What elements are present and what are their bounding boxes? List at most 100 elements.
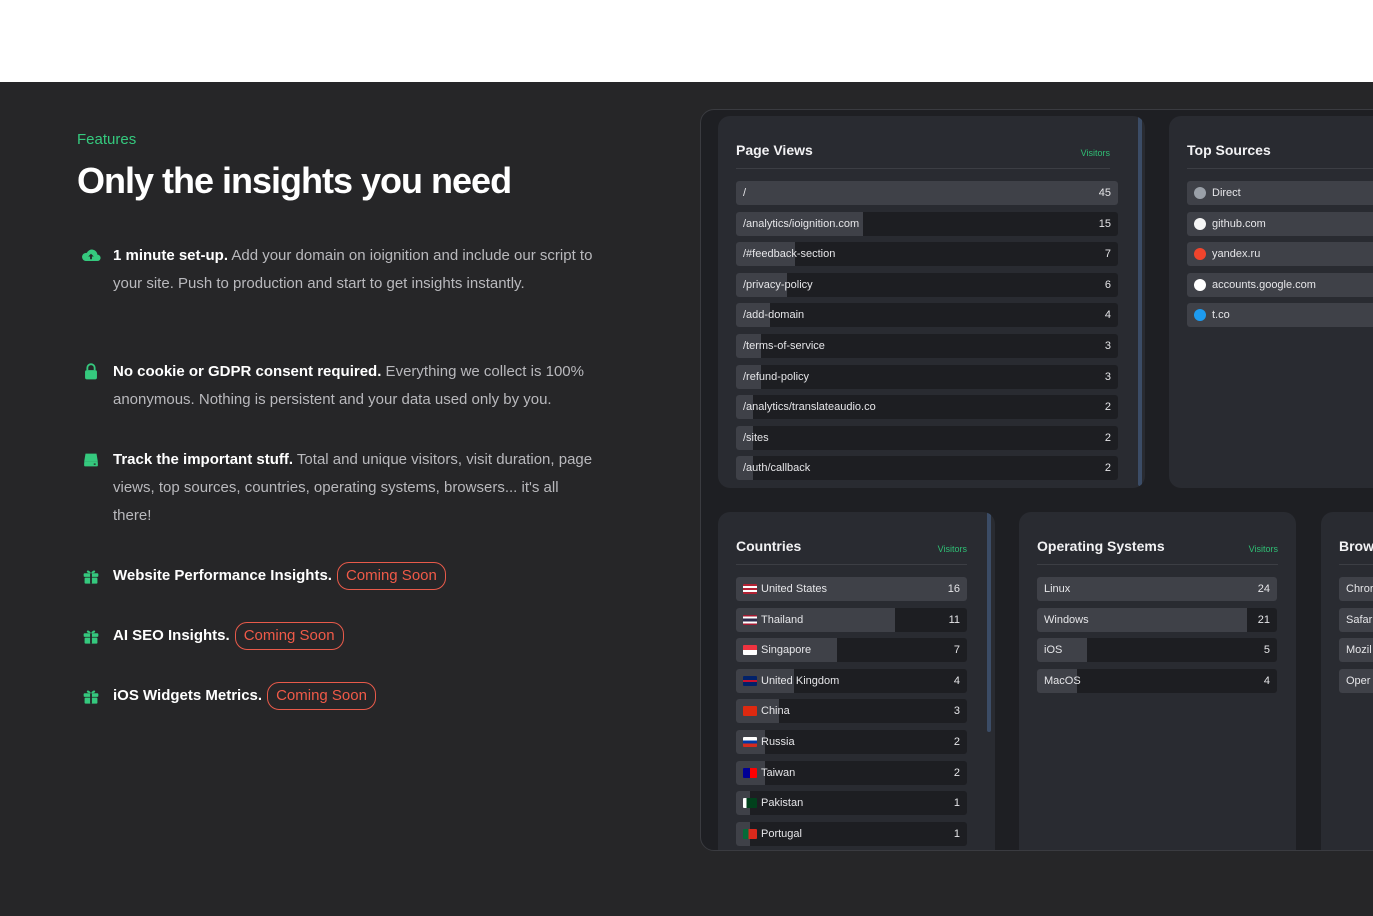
country-row[interactable]: Thailand 11 xyxy=(736,607,967,632)
country-row[interactable]: United States 16 xyxy=(736,577,967,601)
row-value: 15 xyxy=(1098,217,1111,230)
country-row[interactable]: China 3 xyxy=(736,699,967,724)
row-label-text: github.com xyxy=(1212,217,1266,230)
row-label-text: Russia xyxy=(761,735,795,748)
us-flag-icon xyxy=(743,584,757,594)
row-label: / xyxy=(743,181,746,205)
browsers-header: Brow xyxy=(1339,512,1373,565)
row-label-text: /refund-policy xyxy=(743,370,810,383)
page-views-title: Page Views xyxy=(736,142,813,158)
countries-list: United States 16 Thailand 11 Singapore 7 Unite… xyxy=(736,577,967,850)
row-label-text: /privacy-policy xyxy=(743,278,813,291)
row-label: /terms-of-service xyxy=(743,334,825,358)
row-label: Safar xyxy=(1346,608,1372,632)
row-label-text: iOS xyxy=(1044,644,1063,657)
country-row[interactable]: Russia 2 xyxy=(736,729,967,754)
row-label: Direct xyxy=(1194,181,1241,205)
os-row[interactable]: iOS 5 xyxy=(1037,638,1277,663)
browser-row[interactable]: Safar xyxy=(1339,607,1373,632)
page-views-row[interactable]: /refund-policy 3 xyxy=(736,364,1118,389)
row-value: 7 xyxy=(1104,248,1111,261)
row-label: t.co xyxy=(1194,303,1230,327)
page-views-row[interactable]: /#feedback-section 7 xyxy=(736,242,1118,267)
row-value: 1 xyxy=(953,797,960,810)
row-label-text: Chror xyxy=(1346,583,1373,595)
browser-row[interactable]: Mozil xyxy=(1339,638,1373,663)
page-views-row[interactable]: /privacy-policy 6 xyxy=(736,272,1118,297)
row-label: Windows xyxy=(1044,608,1089,632)
source-row[interactable]: t.co xyxy=(1187,303,1373,328)
countries-scrollbar[interactable] xyxy=(987,512,991,732)
row-value: 1 xyxy=(953,827,960,840)
row-label: /refund-policy xyxy=(743,365,809,389)
pt-flag-icon xyxy=(743,828,757,839)
page-views-row[interactable]: /add-domain 4 xyxy=(736,303,1118,328)
page-views-row[interactable]: /auth/callback 2 xyxy=(736,456,1118,481)
operating-systems-list: Linux 24 Windows 21 iOS 5 MacOS 4 xyxy=(1037,577,1277,699)
top-sources-card: Top Sources Direct github.com yandex.ru acc… xyxy=(1169,116,1373,488)
page-views-scrollbar[interactable] xyxy=(1138,116,1142,486)
page-views-row[interactable]: /analytics/translateaudio.co 2 xyxy=(736,395,1118,420)
globe-icon xyxy=(1194,187,1206,199)
country-row[interactable]: Portugal 1 xyxy=(736,821,967,846)
feature-seo-title: AI SEO Insights. xyxy=(113,627,230,644)
row-label: Oper xyxy=(1346,669,1370,693)
browser-row[interactable]: Chror xyxy=(1339,577,1373,601)
gift-icon xyxy=(83,690,99,704)
row-label-text: Thailand xyxy=(761,613,804,626)
feature-tracking-title: Track the important stuff. xyxy=(113,451,294,468)
page-views-visitors-label: Visitors xyxy=(1080,148,1110,158)
country-row[interactable]: Taiwan 2 xyxy=(736,760,967,785)
row-value: 21 xyxy=(1257,613,1270,626)
countries-visitors-label: Visitors xyxy=(937,544,967,554)
row-label: Thailand xyxy=(743,608,803,632)
row-value: 11 xyxy=(948,613,960,626)
row-label-text: China xyxy=(761,705,790,718)
browsers-list: Chror Safar Mozil Oper xyxy=(1339,577,1373,699)
yandex-icon xyxy=(1194,248,1206,261)
coming-soon-badge: Coming Soon xyxy=(267,682,376,710)
browser-row[interactable]: Oper xyxy=(1339,668,1373,693)
gb-flag-icon xyxy=(743,675,757,686)
coming-soon-badge: Coming Soon xyxy=(336,562,446,590)
countries-title: Countries xyxy=(736,538,802,554)
page-views-row[interactable]: /terms-of-service 3 xyxy=(736,333,1118,358)
row-value: 3 xyxy=(953,705,960,718)
country-row[interactable]: United Kingdom 4 xyxy=(736,668,967,693)
page-views-row[interactable]: /analytics/ioignition.com 15 xyxy=(736,211,1118,236)
pk-flag-icon xyxy=(743,798,757,809)
row-value: 2 xyxy=(1104,462,1111,475)
row-label-text: Safar xyxy=(1346,613,1373,626)
row-label-text: Portugal xyxy=(761,827,802,840)
row-label-text: /analytics/translateaudio.co xyxy=(743,401,876,414)
source-row[interactable]: yandex.ru xyxy=(1187,242,1373,267)
row-label: /analytics/translateaudio.co xyxy=(743,395,876,419)
row-label-text: United States xyxy=(761,583,828,595)
feature-ios-widgets: iOS Widgets Metrics. Coming Soon xyxy=(80,682,600,710)
value-bar xyxy=(736,181,1118,205)
source-row[interactable]: Direct xyxy=(1187,181,1373,205)
operating-systems-header: Operating Systems Visitors xyxy=(1037,512,1278,565)
row-label: /analytics/ioignition.com xyxy=(743,212,859,236)
row-value: 16 xyxy=(947,583,960,595)
os-row[interactable]: Windows 21 xyxy=(1037,607,1277,632)
os-row[interactable]: MacOS 4 xyxy=(1037,668,1277,693)
source-row[interactable]: github.com xyxy=(1187,211,1373,236)
country-row[interactable]: Pakistan 1 xyxy=(736,791,967,816)
row-label-text: Windows xyxy=(1044,613,1089,626)
page-views-header: Page Views Visitors xyxy=(736,116,1110,169)
country-row[interactable]: Singapore 7 xyxy=(736,638,967,663)
row-value: 4 xyxy=(1104,309,1111,322)
page-views-row[interactable]: /sites 2 xyxy=(736,425,1118,450)
features-eyebrow: Features xyxy=(77,131,137,148)
row-label: China xyxy=(743,699,790,723)
row-label: United Kingdom xyxy=(743,669,839,693)
sg-flag-icon xyxy=(743,645,757,656)
row-label: MacOS xyxy=(1044,669,1081,693)
top-white-strip xyxy=(0,0,1373,82)
os-row[interactable]: Linux 24 xyxy=(1037,577,1277,601)
row-value: 24 xyxy=(1257,583,1270,595)
top-sources-header: Top Sources xyxy=(1187,116,1373,169)
page-views-row[interactable]: / 45 xyxy=(736,181,1118,205)
source-row[interactable]: accounts.google.com xyxy=(1187,272,1373,297)
